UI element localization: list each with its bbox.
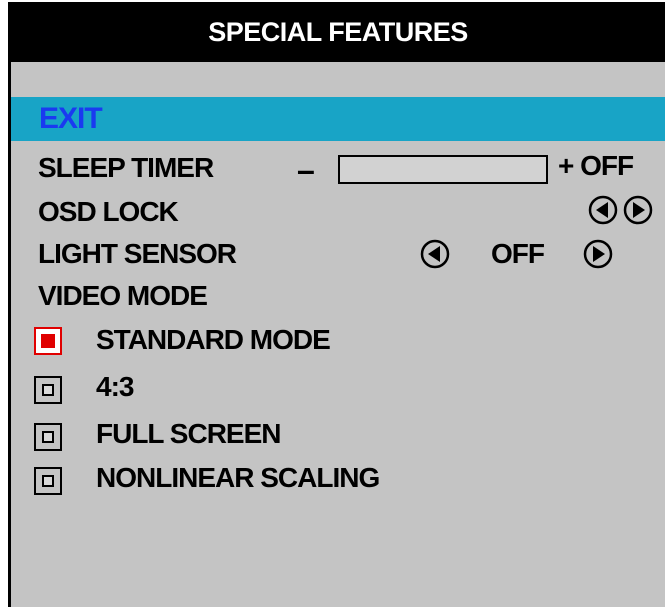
osd-lock-label: OSD LOCK bbox=[38, 196, 179, 227]
osd-menu-panel: SPECIAL FEATURES EXIT SLEEP TIMER – + OF… bbox=[8, 2, 665, 607]
sleep-timer-decrease-button[interactable]: – bbox=[297, 152, 315, 189]
aspect-4-3-checkbox[interactable] bbox=[34, 376, 62, 404]
osd-lock-left-arrow-icon[interactable] bbox=[588, 195, 618, 225]
light-sensor-label: LIGHT SENSOR bbox=[38, 238, 237, 269]
standard-mode-checkbox[interactable] bbox=[34, 327, 62, 355]
light-sensor-left-arrow-icon[interactable] bbox=[420, 239, 450, 269]
osd-lock-right-arrow-icon[interactable] bbox=[623, 195, 653, 225]
checkbox-mark bbox=[42, 431, 54, 443]
checkbox-mark bbox=[41, 334, 55, 348]
menu-title: SPECIAL FEATURES bbox=[11, 2, 665, 62]
exit-menu-item[interactable]: EXIT bbox=[11, 97, 665, 141]
aspect-4-3-label: 4:3 bbox=[96, 371, 134, 402]
full-screen-label: FULL SCREEN bbox=[96, 418, 281, 449]
nonlinear-scaling-checkbox[interactable] bbox=[34, 467, 62, 495]
checkbox-mark bbox=[42, 475, 54, 487]
sleep-timer-slider[interactable] bbox=[338, 155, 548, 184]
exit-label: EXIT bbox=[39, 102, 103, 135]
nonlinear-scaling-label: NONLINEAR SCALING bbox=[96, 462, 380, 493]
video-mode-label: VIDEO MODE bbox=[38, 280, 208, 311]
sleep-timer-increase-value[interactable]: + OFF bbox=[558, 150, 634, 182]
checkbox-mark bbox=[42, 384, 54, 396]
standard-mode-label: STANDARD MODE bbox=[96, 324, 331, 355]
light-sensor-right-arrow-icon[interactable] bbox=[583, 239, 613, 269]
light-sensor-value: OFF bbox=[491, 238, 545, 269]
full-screen-checkbox[interactable] bbox=[34, 423, 62, 451]
sleep-timer-label: SLEEP TIMER bbox=[38, 152, 214, 183]
